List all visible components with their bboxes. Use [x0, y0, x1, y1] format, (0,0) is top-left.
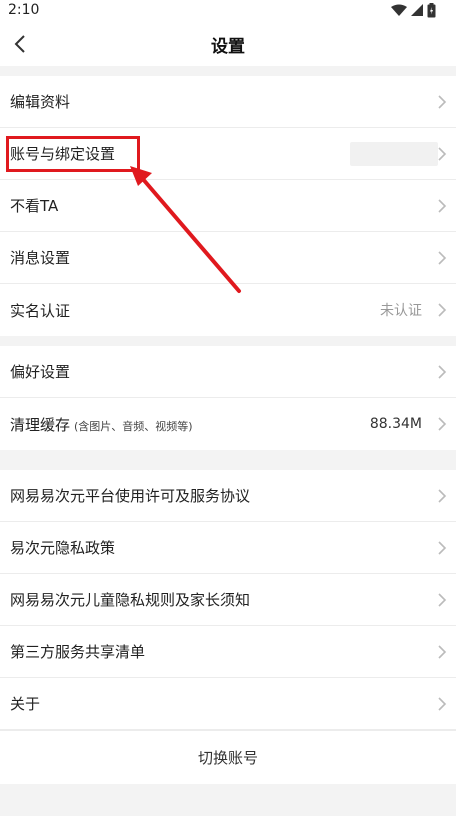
row-preferences[interactable]: 偏好设置	[0, 346, 456, 398]
row-block-ta[interactable]: 不看TA	[0, 180, 456, 232]
row-edit-profile[interactable]: 编辑资料	[0, 76, 456, 128]
row-message-settings[interactable]: 消息设置	[0, 232, 456, 284]
chevron-right-icon	[438, 541, 447, 555]
wifi-icon	[391, 4, 407, 16]
settings-group-account: 编辑资料 账号与绑定设置 不看TA 消息设置 实名认证 未认证	[0, 76, 456, 336]
nav-bar: 设置	[0, 22, 456, 66]
row-third-party-list[interactable]: 第三方服务共享清单	[0, 626, 456, 678]
chevron-right-icon	[438, 489, 447, 503]
row-clear-cache[interactable]: 清理缓存 (含图片、音频、视频等) 88.34M	[0, 398, 456, 450]
chevron-right-icon	[438, 147, 447, 161]
row-label: 关于	[10, 695, 41, 713]
row-real-name-auth[interactable]: 实名认证 未认证	[0, 284, 456, 336]
chevron-right-icon	[438, 645, 447, 659]
chevron-right-icon	[438, 95, 447, 109]
battery-icon	[427, 3, 436, 18]
back-button[interactable]	[6, 30, 34, 58]
switch-account-label: 切换账号	[197, 749, 258, 767]
row-label: 消息设置	[10, 249, 71, 267]
row-label: 实名认证	[10, 301, 71, 320]
chevron-right-icon	[438, 199, 447, 213]
row-about[interactable]: 关于	[0, 678, 456, 730]
row-label: 编辑资料	[10, 93, 71, 111]
row-label: 网易易次元平台使用许可及服务协议	[10, 487, 251, 505]
chevron-right-icon	[438, 251, 447, 265]
row-label: 偏好设置	[10, 363, 71, 381]
row-account-binding[interactable]: 账号与绑定设置	[0, 128, 456, 180]
row-label: 易次元隐私政策	[10, 539, 116, 557]
signal-icon	[411, 4, 423, 16]
blurred-account-value	[350, 142, 438, 166]
chevron-right-icon	[438, 417, 447, 431]
clear-cache-subtitle: (含图片、音频、视频等)	[74, 419, 193, 433]
row-label: 不看TA	[10, 197, 59, 215]
chevron-right-icon	[438, 593, 447, 607]
row-children-privacy[interactable]: 网易易次元儿童隐私规则及家长须知	[0, 574, 456, 626]
auth-status-value: 未认证	[380, 303, 422, 319]
status-time: 2:10	[8, 2, 40, 18]
row-label: 网易易次元儿童隐私规则及家长须知	[10, 591, 251, 609]
cache-size-value: 88.34M	[369, 416, 422, 432]
row-service-agreement[interactable]: 网易易次元平台使用许可及服务协议	[0, 470, 456, 522]
switch-account-button[interactable]: 切换账号	[0, 730, 456, 784]
row-label: 第三方服务共享清单	[10, 643, 146, 661]
status-icons	[391, 3, 436, 18]
row-label: 清理缓存 (含图片、音频、视频等)	[10, 414, 370, 435]
settings-group-preferences: 偏好设置 清理缓存 (含图片、音频、视频等) 88.34M	[0, 346, 456, 450]
chevron-right-icon	[438, 303, 447, 317]
page-title: 设置	[211, 36, 245, 57]
chevron-right-icon	[438, 365, 447, 379]
chevron-left-icon	[14, 35, 25, 53]
clear-cache-label: 清理缓存	[10, 415, 71, 434]
status-bar: 2:10	[0, 0, 456, 22]
chevron-right-icon	[438, 697, 447, 711]
settings-group-legal: 网易易次元平台使用许可及服务协议 易次元隐私政策 网易易次元儿童隐私规则及家长须…	[0, 470, 456, 784]
row-privacy-policy[interactable]: 易次元隐私政策	[0, 522, 456, 574]
